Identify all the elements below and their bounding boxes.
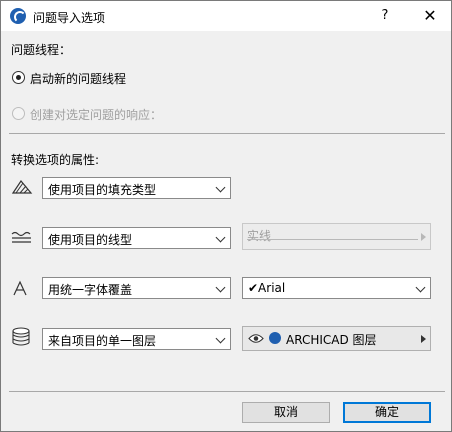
separator-bottom: [9, 391, 445, 392]
layer-icon: [12, 327, 30, 346]
radio-reply-thread-label: 创建对选定问题的响应：: [30, 108, 163, 122]
fill-type-value: 使用项目的填充类型: [48, 183, 157, 197]
fill-type-select[interactable]: 使用项目的填充类型: [42, 177, 231, 199]
line-type-popup: 实线: [242, 223, 431, 250]
layer-select[interactable]: 来自项目的单一图层: [42, 328, 231, 350]
attributes-heading: 转换选项的属性:: [11, 153, 100, 167]
line-type-select[interactable]: 使用项目的线型: [42, 227, 231, 249]
chevron-down-icon: [215, 333, 226, 344]
chevron-down-icon: [415, 282, 426, 293]
layer-mode-value: 来自项目的单一图层: [48, 334, 157, 348]
line-type-icon: [11, 231, 31, 243]
eye-icon: [248, 334, 264, 343]
radio-reply-thread: [12, 107, 25, 120]
triangle-right-icon: [421, 233, 426, 241]
chevron-down-icon: [215, 182, 226, 193]
close-button[interactable]: ✕: [415, 5, 445, 27]
help-button[interactable]: ?: [373, 6, 397, 26]
archicad-app-icon: [10, 8, 26, 24]
window-title: 问题导入选项: [33, 11, 106, 25]
font-name-value: ✔Arial: [248, 281, 286, 295]
triangle-right-icon: [421, 335, 426, 343]
solid-line-preview: [247, 239, 418, 240]
ok-button[interactable]: 确定: [343, 402, 431, 423]
import-options-dialog: 问题导入选项 ? ✕ 问题线程： 启动新的问题线程 创建对选定问题的响应： 转换…: [0, 0, 452, 432]
fill-type-icon: [11, 179, 33, 194]
chevron-down-icon: [215, 232, 226, 243]
title-bar: 问题导入选项 ? ✕: [1, 1, 451, 31]
chevron-down-icon: [215, 282, 226, 293]
radio-new-thread-label[interactable]: 启动新的问题线程: [30, 70, 126, 87]
archicad-logo-icon: [269, 332, 281, 344]
line-type-popup-value: 实线: [247, 229, 272, 243]
separator-top: [9, 133, 445, 134]
font-select[interactable]: 用统一字体覆盖: [42, 277, 231, 299]
cancel-button[interactable]: 取消: [242, 402, 330, 423]
font-name-select[interactable]: ✔Arial: [242, 277, 431, 299]
thread-heading: 问题线程：: [11, 43, 72, 57]
font-mode-value: 用统一字体覆盖: [48, 283, 133, 297]
radio-new-thread[interactable]: [12, 71, 25, 84]
layer-popup[interactable]: ARCHICAD 图层: [242, 326, 431, 351]
font-icon: [13, 280, 27, 296]
layer-name-value: ARCHICAD 图层: [286, 333, 377, 347]
line-type-value: 使用项目的线型: [48, 233, 133, 247]
